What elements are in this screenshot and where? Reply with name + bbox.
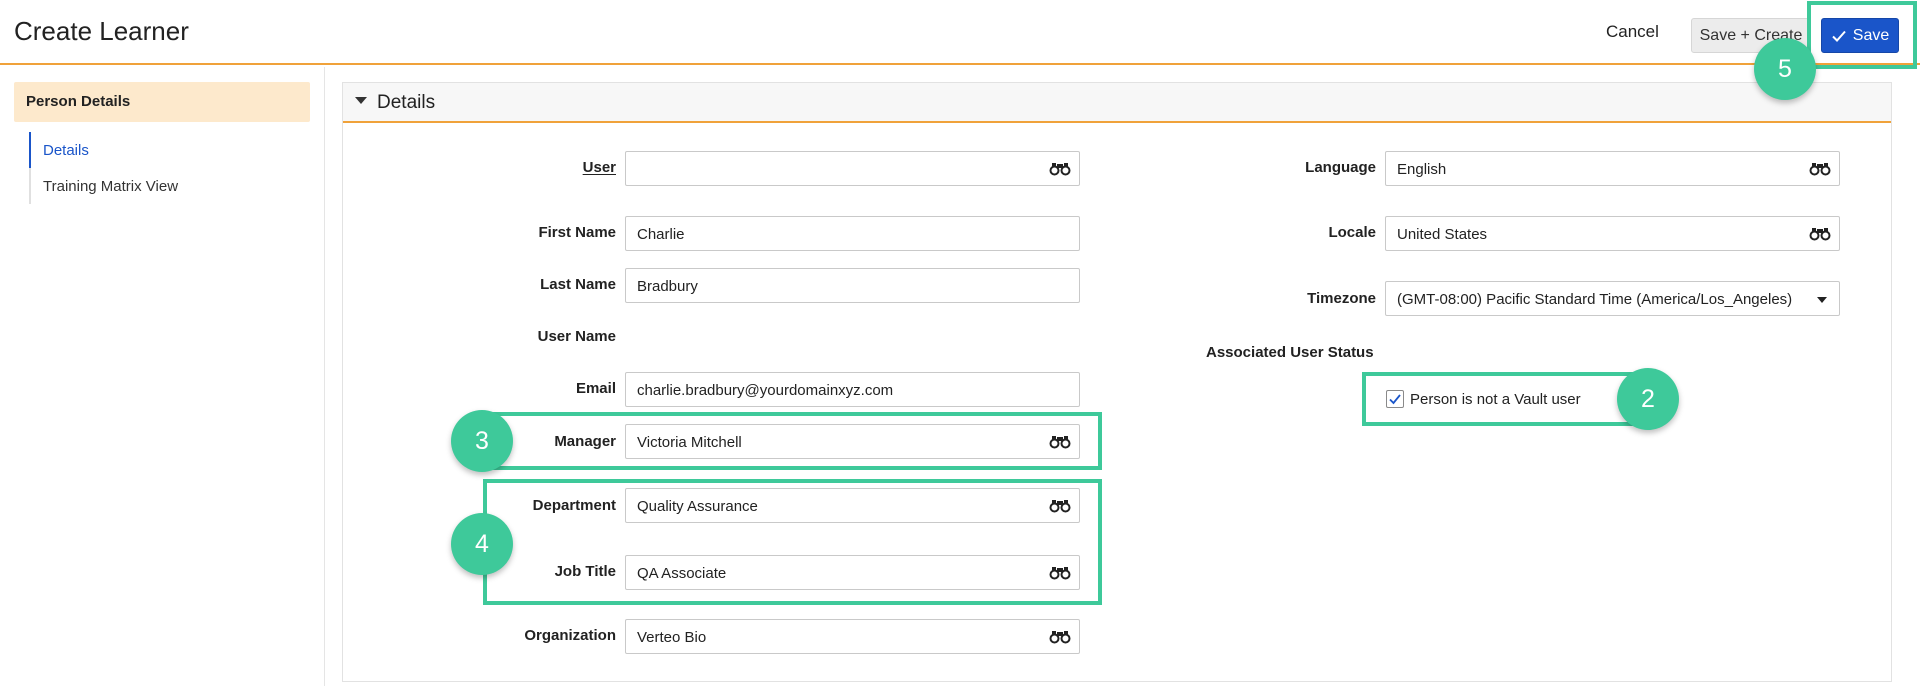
details-section-header[interactable]: Details — [343, 83, 1891, 123]
locale-label: Locale — [1328, 224, 1376, 241]
user-name-label: User Name — [537, 328, 616, 345]
last-name-field[interactable]: Bradbury — [625, 268, 1080, 303]
binoculars-icon[interactable] — [1049, 162, 1071, 176]
callout-badge-3: 3 — [451, 410, 513, 472]
organization-value: Verteo Bio — [637, 629, 707, 646]
organization-label: Organization — [524, 627, 616, 644]
callout-badge-4: 4 — [451, 513, 513, 575]
first-name-label: First Name — [538, 224, 616, 241]
timezone-value: (GMT-08:00) Pacific Standard Time (Ameri… — [1397, 291, 1793, 308]
email-field[interactable]: charlie.bradbury@yourdomainxyz.com — [625, 372, 1080, 407]
organization-field[interactable]: Verteo Bio — [625, 619, 1080, 654]
locale-value: United States — [1397, 226, 1488, 243]
sidebar-item-details[interactable]: Details — [29, 132, 178, 168]
timezone-label: Timezone — [1307, 290, 1376, 307]
sidebar-section-person-details[interactable]: Person Details — [14, 82, 310, 122]
caret-down-icon[interactable] — [355, 97, 367, 104]
last-name-label: Last Name — [540, 276, 616, 293]
highlight-department-job-title — [483, 479, 1102, 605]
sidebar-nav: Details Training Matrix View — [29, 132, 178, 204]
highlight-manager — [490, 412, 1102, 470]
binoculars-icon[interactable] — [1809, 227, 1831, 241]
timezone-select[interactable]: (GMT-08:00) Pacific Standard Time (Ameri… — [1385, 281, 1840, 316]
email-label: Email — [575, 380, 616, 397]
associated-user-status-label: Associated User Status — [1206, 344, 1374, 361]
last-name-value: Bradbury — [637, 278, 698, 295]
email-value: charlie.bradbury@yourdomainxyz.com — [637, 382, 894, 399]
locale-field[interactable]: United States — [1385, 216, 1840, 251]
user-field[interactable] — [625, 151, 1080, 186]
callout-badge-2: 2 — [1617, 368, 1679, 430]
page-header: Create Learner Cancel Save + Create Save — [0, 0, 1920, 65]
callout-badge-5: 5 — [1754, 38, 1816, 100]
highlight-save — [1807, 1, 1917, 69]
user-label: User — [582, 159, 616, 176]
binoculars-icon[interactable] — [1809, 162, 1831, 176]
details-section-title: Details — [377, 92, 436, 113]
binoculars-icon[interactable] — [1049, 630, 1071, 644]
first-name-value: Charlie — [637, 226, 685, 243]
chevron-down-icon[interactable] — [1817, 297, 1827, 303]
sidebar-section-title: Person Details — [26, 93, 131, 110]
cancel-button[interactable]: Cancel — [1606, 22, 1659, 42]
highlight-vault-user — [1362, 372, 1634, 426]
language-label: Language — [1305, 159, 1376, 176]
language-value: English — [1397, 161, 1447, 178]
first-name-field[interactable]: Charlie — [625, 216, 1080, 251]
page-title: Create Learner — [14, 16, 189, 46]
sidebar: Person Details Details Training Matrix V… — [0, 67, 325, 686]
sidebar-item-training-matrix-view[interactable]: Training Matrix View — [31, 168, 178, 204]
language-field[interactable]: English — [1385, 151, 1840, 186]
